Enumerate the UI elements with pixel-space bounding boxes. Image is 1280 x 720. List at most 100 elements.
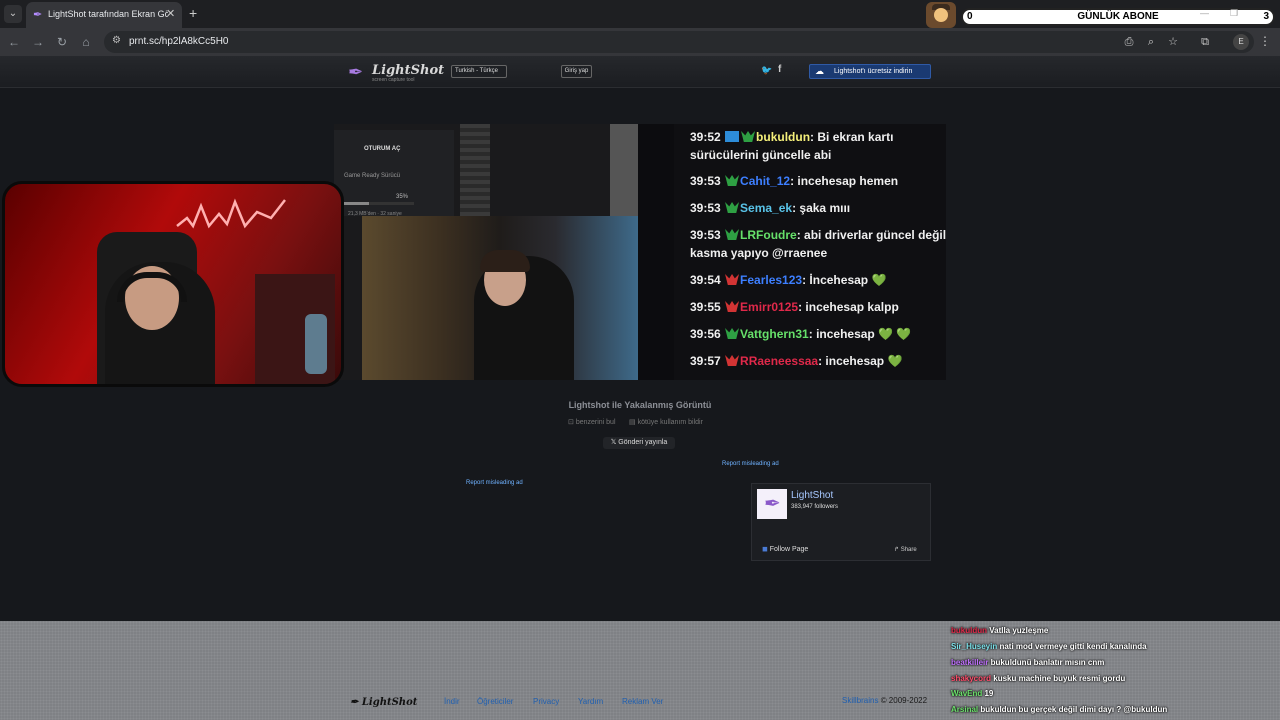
lightshot-feather-icon[interactable]: ✒ [348,62,363,83]
tab-close-icon[interactable]: ✕ [166,7,175,20]
maximize-icon[interactable]: ❐ [1230,8,1238,19]
tab-search-icon[interactable]: ⌄ [4,5,22,23]
site-info-icon[interactable]: ⚙ [112,35,121,46]
minimize-icon[interactable]: — [1200,8,1209,18]
blue-badge-icon [725,131,740,142]
screenshot-image: OTURUM AÇ Game Ready Sürücü 35% 21,3 MB'… [334,124,946,380]
chat-text: : şaka mııı [792,201,851,215]
chat-username: Vattghern31 [740,327,809,341]
chat-message: kasma yapıyo @rraenee [690,244,827,262]
share-button[interactable]: ↱ Share [894,546,917,553]
home-icon[interactable]: ⌂ [78,34,94,50]
facebook-small-icon: ◼ [762,546,768,553]
facebook-icon[interactable]: f [778,64,781,75]
find-similar-label: benzerini bul [575,419,616,426]
tweet-button[interactable]: 𝕏 Gönderi yayınla [603,437,675,449]
chat-timestamp: 39:56 [690,327,725,341]
chat-message: 39:53 Sema_ek: şaka mııı [690,199,850,217]
follow-page-button[interactable]: ◼ Follow Page [762,545,808,553]
skillbrains-link[interactable]: Skillbrains [842,696,878,705]
driver-panel: OTURUM AÇ Game Ready Sürücü 35% 21,3 MB'… [334,130,454,217]
chat-message: 39:54 Fearles123: İncehesap 💚 [690,271,886,289]
driver-panel-login: OTURUM AÇ [364,146,401,152]
download-button[interactable]: ☁ Lightshot'ı ücretsiz indirin [809,64,931,79]
red-badge-icon [725,355,740,366]
bookmark-star-icon[interactable]: ☆ [1166,35,1180,49]
bottle [305,314,327,374]
find-similar-link[interactable]: ⊡ benzerini bul [568,418,616,426]
subscriber-count-current: 0 [967,11,973,22]
lightshot-page-logo[interactable]: ✒ [757,489,787,519]
footer-link-advertise[interactable]: Reklam Ver [622,697,663,706]
green-heart-emote: 💚 [884,354,903,368]
daily-subscriber-bar: GÜNLÜK ABONE 0 3 [961,8,1275,26]
chat-message: sürücülerini güncelle abi [690,146,831,164]
captured-title: Lightshot ile Yakalanmış Görüntü [568,400,712,410]
browser-tab[interactable]: ✒ LightShot tarafından Ekran Görüntüsü ✕ [26,2,182,28]
neon-sign [176,198,286,229]
footer-link-tutorials[interactable]: Öğreticiler [477,697,513,706]
language-select[interactable]: Turkish - Türkçe [451,65,507,78]
live-chat-text: kusku machine buyuk resmi gordu [993,674,1126,683]
chat-text: : incehesap kalpp [798,300,899,314]
green-badge-icon [725,229,740,240]
green-badge-icon [725,175,740,186]
twitter-icon[interactable]: 🐦 [761,65,772,76]
live-chat-username: bukuldun [951,626,990,635]
reload-icon[interactable]: ↻ [54,34,70,50]
live-chat-message: Sir_Huseyin nati mod vermeye gitti kendi… [951,642,1147,651]
footer-link-privacy[interactable]: Privacy [533,697,559,706]
chat-text: : İncehesap [802,273,869,287]
driver-panel-percent: 35% [396,194,409,200]
live-chat-text: 19 [984,689,994,698]
follow-page-label: Follow Page [769,546,809,553]
lightshot-logo[interactable]: LightShot [372,63,444,78]
back-icon[interactable]: ← [6,34,22,50]
live-chat-username: Arsinal [951,705,981,714]
chat-message: 39:57 RRaeneessaa: incehesap 💚 [690,352,902,370]
cloud-download-icon: ☁ [815,66,824,76]
live-chat-message: WavEnd 19 [951,689,993,698]
chat-text: : incehesap [808,327,875,341]
copyright-text: © 2009-2022 [878,696,928,705]
report-ad-link[interactable]: Report misleading ad [466,480,523,486]
facebook-page-name[interactable]: LightShot [791,490,833,501]
chat-username: bukuldun [756,130,811,144]
chat-username: Emirr0125 [740,300,799,314]
login-button[interactable]: Giriş yap [561,65,592,78]
live-chat-message: shakycord kusku machine buyuk resmi gord… [951,674,1125,683]
chat-text: : abi driverlar güncel değilse [796,228,946,242]
x-icon: 𝕏 [610,439,617,446]
report-ad-link[interactable]: Report misleading ad [722,461,779,467]
browser-menu-icon[interactable]: ⋮ [1259,34,1271,48]
new-tab-icon[interactable]: + [189,5,197,21]
chat-username: RRaeneessaa [740,354,819,368]
footer-logo-text: LightShot [361,697,418,708]
screenshot-person-hair [480,250,530,272]
green-heart-emote: 💚 [868,273,887,287]
browser-toolbar: ← → ↻ ⌂ ⚙ prnt.sc/hp2lA8kCc5H0 ⎙ ⌕ ☆ ⧉ [0,28,1280,56]
feather-icon: ✒ [764,493,781,515]
footer-link-download[interactable]: İndir [444,697,460,706]
live-chat-text: bukuldunü banlatır mısın cnm [990,658,1105,667]
forward-icon[interactable]: → [30,34,46,50]
report-abuse-link[interactable]: ▤ kötüye kullanım bildir [629,418,703,426]
report-abuse-label: kötüye kullanım bildir [637,419,703,426]
daily-subscriber-title: GÜNLÜK ABONE [1077,11,1159,22]
chat-text: : incehesap hemen [790,174,899,188]
install-app-icon[interactable]: ⎙ [1122,35,1136,49]
chat-timestamp: 39:53 [690,201,725,215]
lightshot-favicon-icon: ✒ [33,9,43,21]
extensions-icon[interactable]: ⧉ [1198,35,1212,49]
address-bar[interactable]: ⚙ prnt.sc/hp2lA8kCc5H0 ⎙ ⌕ ☆ ⧉ [104,31,1254,53]
green-badge-icon [725,328,740,339]
footer-link-help[interactable]: Yardım [578,697,603,706]
chat-timestamp: 39:52 [690,130,725,144]
chat-username: Sema_ek [740,201,793,215]
url-text[interactable]: prnt.sc/hp2lA8kCc5H0 [129,36,229,47]
lightshot-logo-subtitle: screen capture tool [372,77,415,83]
download-button-label: Lightshot'ı ücretsiz indirin [834,68,913,75]
profile-avatar[interactable]: E [1233,34,1249,50]
footer-logo[interactable]: ✒ LightShot [350,697,417,708]
zoom-icon[interactable]: ⌕ [1144,35,1158,49]
